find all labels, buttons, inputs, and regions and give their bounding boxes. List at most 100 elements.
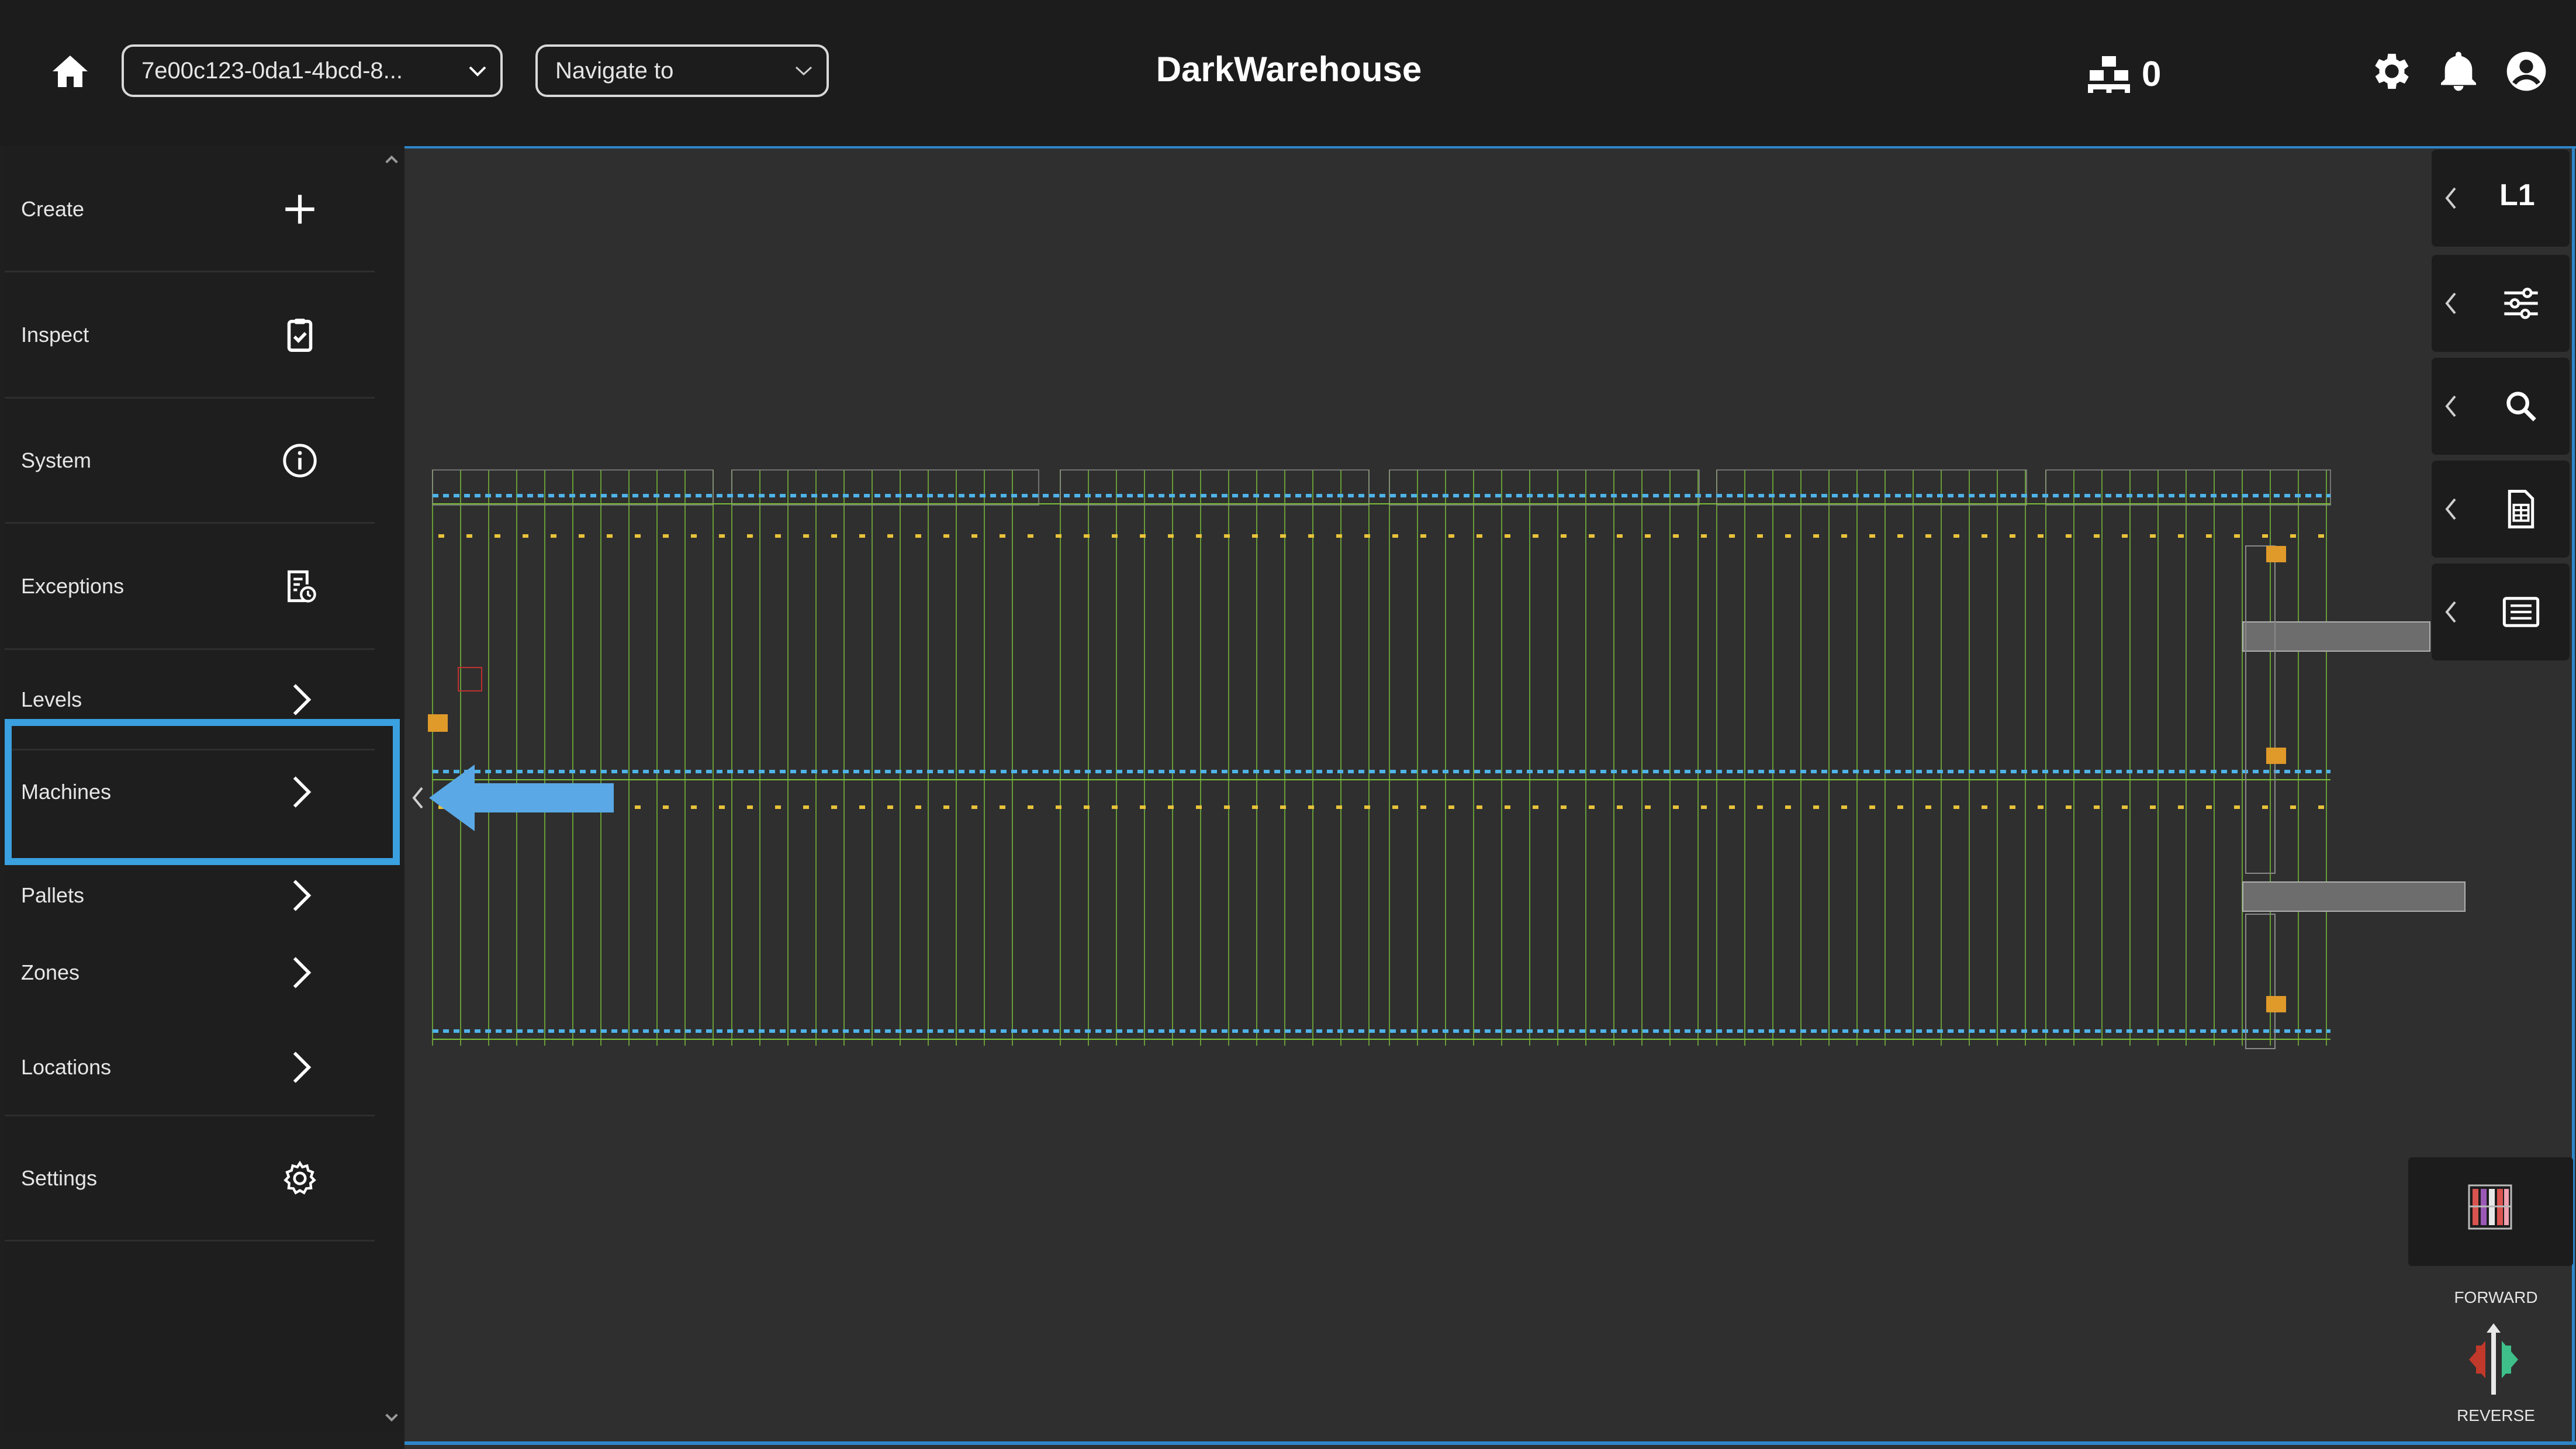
- location-label-marker: [2290, 534, 2296, 538]
- info-icon: [283, 443, 317, 478]
- location-label-marker: [1645, 805, 1651, 809]
- location-label-marker: [859, 534, 865, 538]
- bins-button[interactable]: [2408, 1157, 2573, 1266]
- location-label-marker: [466, 534, 472, 538]
- location-label-marker: [803, 805, 809, 809]
- location-label-marker: [663, 805, 669, 809]
- location-label-marker: [775, 534, 781, 538]
- location-label-marker: [1533, 534, 1538, 538]
- filter-button[interactable]: [2432, 255, 2570, 352]
- location-label-marker: [1729, 534, 1735, 538]
- location-label-marker: [1505, 534, 1510, 538]
- rack-block-header: [731, 469, 1039, 506]
- chevron-left-icon: [2445, 395, 2456, 417]
- location-label-marker: [2122, 534, 2128, 538]
- bell-icon[interactable]: [2435, 48, 2482, 95]
- location-label-marker: [1364, 534, 1370, 538]
- report-clock-icon: [288, 570, 316, 603]
- warehouse-map-canvas[interactable]: [404, 146, 2576, 1449]
- warehouse-layout[interactable]: [404, 148, 2576, 1449]
- collapse-sidebar-arrow-icon[interactable]: [409, 760, 614, 836]
- location-label-marker: [887, 805, 893, 809]
- sidebar-item-label: Settings: [21, 1166, 98, 1190]
- sidebar-item-zones[interactable]: Zones: [5, 926, 375, 1019]
- sidebar-item-exceptions[interactable]: Exceptions: [5, 524, 375, 650]
- location-label-marker: [2150, 805, 2156, 809]
- list-icon: [2502, 597, 2540, 627]
- chevron-right-icon: [293, 683, 312, 715]
- location-label-marker: [1617, 805, 1623, 809]
- chevron-left-icon: [2445, 187, 2456, 209]
- location-label-marker: [1645, 534, 1651, 538]
- location-label-marker: [1084, 805, 1090, 809]
- location-label-marker: [887, 534, 893, 538]
- location-label-marker: [2066, 805, 2072, 809]
- sidebar-item-label: Machines: [21, 780, 112, 804]
- direction-reverse-label: REVERSE: [2457, 1406, 2535, 1424]
- location-label-marker: [1869, 805, 1875, 809]
- location-label-marker: [2262, 805, 2268, 809]
- spreadsheet-button[interactable]: [2432, 461, 2570, 558]
- gear-icon: [283, 1160, 316, 1195]
- chevron-left-icon: [2445, 498, 2456, 520]
- scroll-down-icon[interactable]: [382, 1407, 401, 1426]
- sidebar-item-label: Locations: [21, 1054, 112, 1079]
- chevron-left-icon: [2445, 601, 2456, 623]
- pallets-stack-icon: [2088, 56, 2130, 93]
- location-label-marker: [1420, 534, 1426, 538]
- rack-block-header: [1716, 469, 2027, 506]
- navigate-to-select[interactable]: Navigate to: [535, 44, 829, 97]
- location-label-marker: [2094, 534, 2100, 538]
- location-label-marker: [1617, 534, 1623, 538]
- user-account-icon[interactable]: [2503, 48, 2550, 95]
- sidebar-item-inspect[interactable]: Inspect: [5, 272, 375, 399]
- location-label-marker: [1729, 805, 1735, 809]
- machine-highlight: [458, 667, 482, 691]
- location-label-marker: [1841, 805, 1847, 809]
- sidebar-item-locations[interactable]: Locations: [5, 1019, 375, 1116]
- location-label-marker: [2318, 805, 2324, 809]
- location-label-marker: [2178, 534, 2184, 538]
- app-title: DarkWarehouse: [1156, 50, 1422, 89]
- sidebar-item-label: Exceptions: [21, 573, 125, 598]
- machine-station: [2266, 996, 2286, 1012]
- sidebar-item-system[interactable]: System: [5, 399, 375, 524]
- machine-conveyor: [2242, 881, 2466, 912]
- sidebar-item-settings[interactable]: Settings: [5, 1116, 375, 1241]
- location-label-marker: [1252, 534, 1258, 538]
- location-label-marker: [1308, 534, 1314, 538]
- site-select[interactable]: 7e00c123-0da1-4bcd-8...: [122, 44, 503, 97]
- location-label-marker: [2066, 534, 2072, 538]
- gear-icon[interactable]: [2368, 48, 2415, 95]
- list-button[interactable]: [2432, 563, 2570, 660]
- level-selector-button[interactable]: L1: [2432, 150, 2570, 247]
- location-label-marker: [691, 534, 697, 538]
- machine-station: [2266, 546, 2286, 562]
- location-label-marker: [691, 805, 697, 809]
- search-icon: [2506, 392, 2536, 421]
- location-label-marker: [1196, 805, 1202, 809]
- location-label-marker: [2094, 805, 2100, 809]
- location-label-marker: [719, 534, 725, 538]
- machine-station: [2266, 748, 2286, 764]
- location-label-marker: [2262, 534, 2268, 538]
- sidebar-item-machines[interactable]: Machines: [5, 719, 400, 865]
- sidebar-item-pallets[interactable]: Pallets: [5, 865, 375, 926]
- sidebar-item-label: Inspect: [21, 322, 89, 347]
- sidebar-item-create[interactable]: Create: [5, 147, 375, 272]
- sidebar-item-label: System: [21, 448, 92, 472]
- direction-toggle-icon[interactable]: [2453, 1320, 2534, 1402]
- search-button[interactable]: [2432, 358, 2570, 455]
- location-label-marker: [1757, 805, 1763, 809]
- home-icon[interactable]: [49, 50, 91, 92]
- scroll-up-icon[interactable]: [382, 151, 401, 170]
- location-label-marker: [607, 534, 613, 538]
- location-label-marker: [1056, 534, 1061, 538]
- pallet-counter[interactable]: 0: [2088, 50, 2161, 97]
- location-label-marker: [1336, 805, 1342, 809]
- location-label-marker: [2318, 534, 2324, 538]
- location-label-marker: [1084, 534, 1090, 538]
- location-label-marker: [1112, 534, 1118, 538]
- location-label-marker: [1000, 534, 1005, 538]
- location-label-marker: [1056, 805, 1061, 809]
